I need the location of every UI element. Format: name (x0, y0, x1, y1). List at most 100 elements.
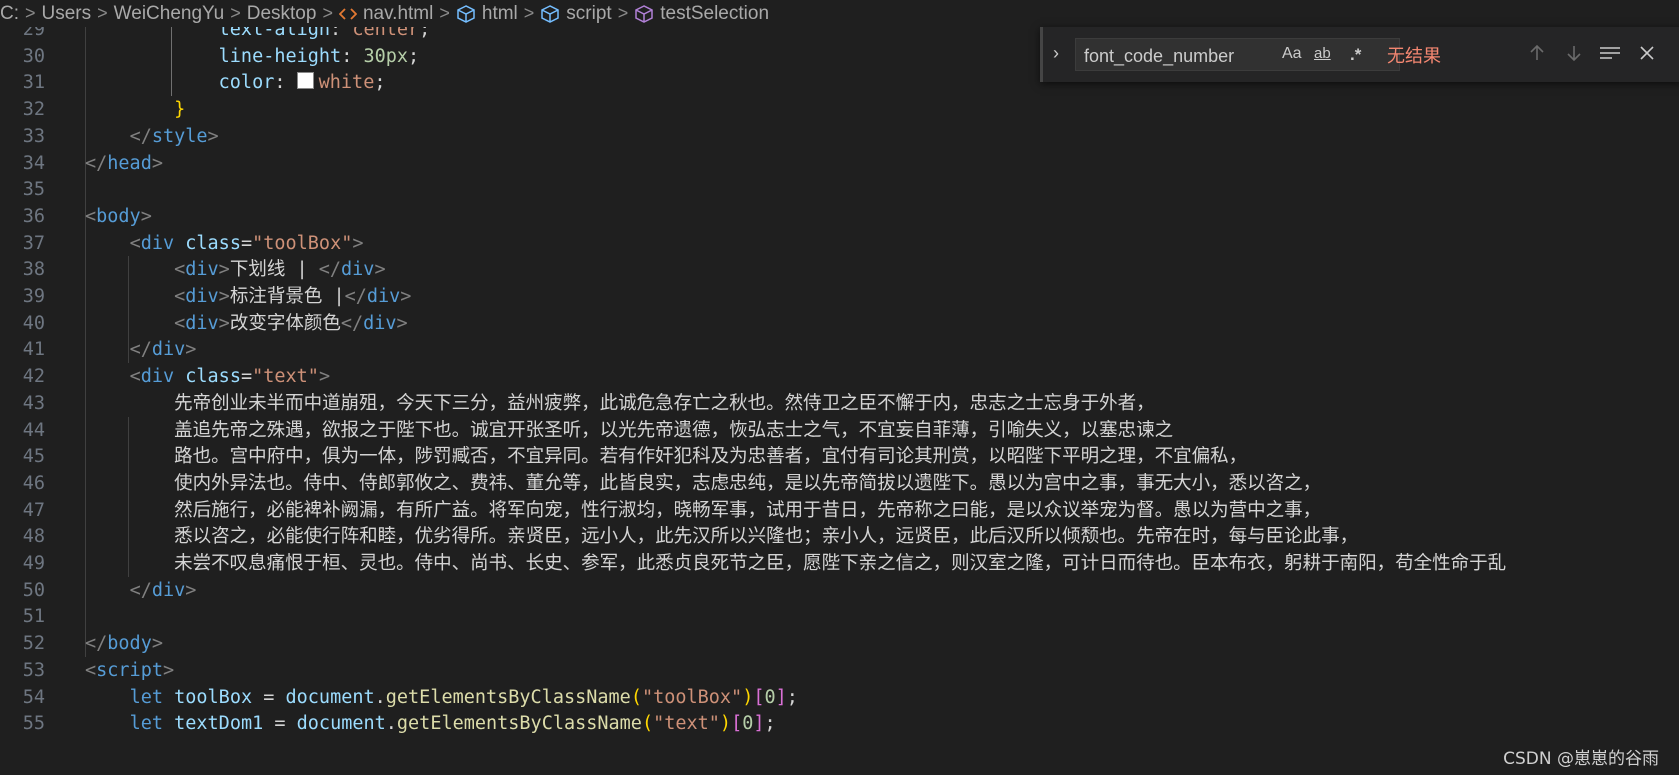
next-match-icon[interactable] (1562, 41, 1586, 65)
code-text: <div>下划线 | </div> (174, 259, 386, 281)
breadcrumb-label: WeiChengYu (113, 2, 225, 24)
line-number: 44 (22, 419, 45, 441)
code-line[interactable]: 35 (0, 176, 1679, 204)
code-text: <div>标注背景色 |</div> (174, 286, 412, 307)
code-line[interactable]: 32 } (0, 96, 1679, 124)
code-line[interactable]: 53 <script> (0, 657, 1679, 685)
code-text: 路也。宫中府中，俱为一体，陟罚臧否，不宜异同。若有作奸犯科及为忠善者，宜付有司论… (85, 446, 1248, 468)
code-line[interactable]: 52 </body> (0, 630, 1679, 658)
line-number: 30 (22, 45, 45, 67)
code-text: text-align: center; (218, 27, 431, 40)
breadcrumb-item[interactable]: script (540, 3, 612, 25)
color-swatch[interactable] (296, 72, 314, 90)
code-line[interactable]: 51 (0, 603, 1679, 631)
breadcrumb-item[interactable]: Users (42, 3, 92, 25)
chevron-right-icon: > (617, 3, 629, 23)
toggle-replace-icon[interactable]: › (1053, 43, 1059, 64)
code-line[interactable]: 54 let toolBox = document.getElementsByC… (0, 684, 1679, 712)
code-line[interactable]: 40 <div>改变字体颜色</div> (0, 310, 1679, 338)
regex-toggle[interactable]: .* (1350, 45, 1361, 65)
find-result-text: 无结果 (1387, 46, 1441, 66)
code-line[interactable]: 36 <body> (0, 203, 1679, 231)
chevron-right-icon: > (439, 3, 450, 23)
code-line[interactable]: 34 </head> (0, 150, 1679, 178)
code-line[interactable]: 46 使内外异法也。侍中、侍郎郭攸之、费祎、董允等，此皆良实，志虑忠纯，是以先帝… (0, 470, 1679, 498)
code-editor[interactable]: 29 text-align: center; 30 line-height: 30… (0, 27, 1679, 775)
code-line[interactable]: 37 <div class="toolBox"> (0, 230, 1679, 258)
code-line[interactable]: 33 </style> (0, 123, 1679, 151)
line-number: 52 (22, 633, 45, 655)
method-icon (634, 4, 654, 23)
line-number: 32 (22, 99, 45, 121)
code-line[interactable]: 50 </div> (0, 577, 1679, 605)
line-number: 40 (22, 312, 45, 334)
previous-match-icon[interactable] (1525, 41, 1549, 65)
code-line[interactable]: 43 先帝创业未半而中道崩殂，今天下三分，益州疲弊，此诚危急存亡之秋也。然侍卫之… (0, 390, 1679, 418)
code-line[interactable]: 45 路也。宫中府中，俱为一体，陟罚臧否，不宜异同。若有作奸犯科及为忠善者，宜付… (0, 443, 1679, 471)
line-number: 37 (22, 232, 45, 254)
code-text: let textDom1 = document.getElementsByCla… (129, 713, 776, 735)
breadcrumb-label: Desktop (246, 2, 317, 24)
line-number: 49 (22, 553, 45, 574)
code-text: let toolBox = document.getElementsByClas… (129, 686, 798, 708)
code-line[interactable]: 42 <div class="text"> (0, 363, 1679, 391)
code-text: <div class="toolBox"> (129, 232, 364, 254)
find-in-selection-icon[interactable] (1598, 41, 1622, 65)
line-number: 34 (22, 152, 45, 174)
close-icon[interactable] (1635, 41, 1659, 65)
code-text: </body> (85, 633, 163, 655)
breadcrumb-item[interactable]: WeiChengYu (114, 3, 225, 25)
cube-icon (456, 4, 476, 23)
code-text: 盖追先帝之殊遇，欲报之于陛下也。诚宜开张圣听，以光先帝遗德，恢弘志士之气，不宜妄… (85, 419, 1174, 441)
code-text: 悉以咨之，必能使行阵和睦，优劣得所。亲贤臣，远小人，此先汉所以兴隆也；亲小人，远… (85, 526, 1359, 548)
code-line[interactable]: 49 未尝不叹息痛恨于桓、灵也。侍中、尚书、长史、参军，此悉贞良死节之臣，愿陛下… (0, 550, 1679, 578)
line-number: 50 (22, 579, 45, 601)
code-text: </style> (129, 125, 219, 147)
line-number: 39 (22, 286, 45, 307)
code-line[interactable]: 38 <div>下划线 | </div> (0, 256, 1679, 284)
find-input[interactable] (1082, 43, 1276, 69)
breadcrumb-item[interactable]: nav.html (338, 3, 433, 25)
match-whole-word-toggle[interactable]: ab (1314, 45, 1331, 62)
breadcrumb-item[interactable]: html (456, 3, 518, 25)
code-line[interactable]: 41 </div> (0, 336, 1679, 364)
watermark: CSDN @崽崽的谷雨 (1503, 749, 1659, 769)
breadcrumb-label: html (481, 2, 518, 24)
chevron-right-icon: > (97, 3, 108, 23)
breadcrumb-label: C: (0, 2, 19, 24)
line-number: 48 (22, 526, 45, 548)
line-number: 29 (22, 27, 45, 40)
code-text: 然后施行，必能裨补阙漏，有所广益。将军向宠，性行淑均，晓畅军事，试用于昔日，先帝… (85, 499, 1322, 521)
cube-icon (540, 4, 560, 23)
line-number: 55 (22, 713, 45, 735)
line-number: 38 (22, 259, 45, 281)
html-file-icon (338, 6, 357, 22)
chevron-right-icon: > (230, 3, 241, 23)
line-number: 47 (22, 499, 45, 521)
code-line[interactable]: 47 然后施行，必能裨补阙漏，有所广益。将军向宠，性行淑均，晓畅军事，试用于昔日… (0, 497, 1679, 525)
code-text: } (85, 99, 186, 121)
line-number: 36 (22, 205, 45, 227)
code-line[interactable]: 55 let textDom1 = document.getElementsBy… (0, 710, 1679, 738)
code-text: </div> (129, 339, 197, 361)
line-number: 41 (22, 339, 45, 361)
code-line[interactable]: 39 <div>标注背景色 |</div> (0, 283, 1679, 311)
code-text: <body> (85, 205, 152, 227)
code-line[interactable]: 44 盖追先帝之殊遇，欲报之于陛下也。诚宜开张圣听，以光先帝遗德，恢弘志士之气，… (0, 417, 1679, 445)
breadcrumb-label: testSelection (660, 2, 770, 24)
breadcrumb-item[interactable]: Desktop (247, 3, 317, 25)
line-number: 45 (22, 446, 45, 468)
code-text: </head> (85, 152, 163, 174)
code-text: <div class="text"> (129, 366, 331, 388)
line-number: 54 (22, 686, 45, 708)
match-case-toggle[interactable]: Aa (1282, 45, 1302, 63)
code-text: line-height: 30px; (218, 45, 420, 67)
line-number: 51 (22, 606, 45, 628)
code-line[interactable]: 48 悉以咨之，必能使行阵和睦，优劣得所。亲贤臣，远小人，此先汉所以兴隆也；亲小… (0, 523, 1679, 551)
breadcrumb-label: Users (41, 2, 92, 24)
find-widget: › Aa ab .* 无结果 (1040, 27, 1679, 82)
line-number: 33 (22, 125, 45, 147)
breadcrumb-item[interactable]: testSelection (634, 3, 769, 25)
find-input-box[interactable]: Aa ab .* (1075, 38, 1400, 71)
breadcrumb-item[interactable]: C: (0, 3, 19, 25)
